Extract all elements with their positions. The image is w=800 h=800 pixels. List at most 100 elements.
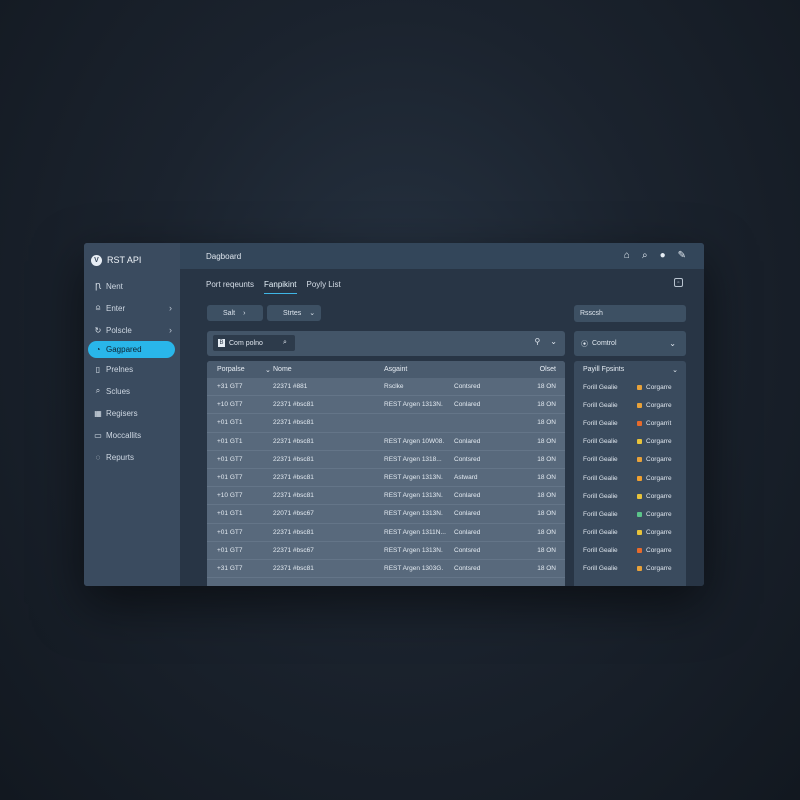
list-item[interactable]: Forill Gealie Corgarre	[574, 469, 686, 487]
topbar: Dagboard ⌂ ⌕ ● ✎	[180, 243, 704, 269]
search-value: Com polno	[229, 339, 263, 347]
list-item-name: Forill Gealie	[583, 401, 618, 409]
table-row[interactable]: +01 GT7 22371 #bsc67 REST Argen 1313N. Cont…	[207, 542, 565, 560]
list-item[interactable]: Forill Gealie Corgarre	[574, 560, 686, 578]
table-cell: 18 ON	[537, 383, 556, 391]
document-icon: ▯	[95, 364, 101, 374]
list-item[interactable]: Forill Gealie Corgarre	[574, 451, 686, 469]
table-cell: +01 GT7	[217, 474, 243, 482]
tab-fanpikint[interactable]: Fanpikint	[264, 280, 297, 294]
table-row[interactable]: +01 GT7 22371 #bsc81 REST Argen 1311N... Co…	[207, 524, 565, 542]
search-panel-actions: ⚲ ⌄	[534, 337, 557, 346]
table-cell: 22371 #bsc81	[273, 419, 314, 427]
salt-button-label: Salt	[223, 309, 236, 317]
table-cell: REST Argen 1313N.	[384, 546, 443, 554]
table-cell: +01 GT1	[217, 510, 243, 518]
table-cell: 22371 #bsc81	[273, 455, 314, 463]
sidebar-item-moccallits[interactable]: ▭ Moccallits	[84, 424, 180, 446]
chat-icon: ◌	[95, 452, 101, 462]
topbar-actions: ⌂ ⌕ ● ✎	[624, 250, 686, 261]
list-item-tag: Corgarrit	[646, 419, 672, 427]
table-row[interactable]: +31 GT7 22371 #bsc81 REST Argen 1303G. Cont…	[207, 560, 565, 579]
list-item[interactable]: Forill Gealie Corgarre	[574, 487, 686, 505]
list-item[interactable]: Forill Gealie Corgarre	[574, 396, 686, 414]
user-icon[interactable]: ●	[660, 250, 666, 261]
list-item-name: Forill Gealie	[583, 419, 618, 427]
brand[interactable]: V RST API	[84, 249, 180, 271]
salt-button[interactable]: Salt ›	[207, 305, 263, 321]
sidebar-item-gagpared[interactable]: ◔ Gagpared	[88, 341, 175, 358]
list-item-name: Forill Gealie	[583, 438, 618, 446]
sidebar-item-prelnes[interactable]: ▯ Prelnes	[84, 358, 180, 380]
table-cell: Conlared	[454, 510, 481, 518]
gauge-icon: ◔	[95, 345, 101, 354]
table-cell: Conlared	[454, 492, 481, 500]
right-search-input[interactable]: Rsscsh	[574, 305, 686, 322]
list-item[interactable]: Forill Gealie Corgarre	[574, 542, 686, 560]
column-header[interactable]: Porpalse ⌄	[207, 366, 273, 374]
table-cell: 22371 #bsc81	[273, 492, 314, 500]
sidebar-item-label: Repurts	[106, 452, 135, 462]
sidebar-item-polscle[interactable]: ↻ Polscle ›	[84, 319, 180, 341]
list-item-tag: Corgarre	[646, 456, 672, 464]
table-cell: Contsred	[454, 564, 481, 572]
list-item[interactable]: Forill Gealie Corgarre	[574, 378, 686, 396]
search-icon[interactable]: ⌕	[642, 250, 648, 261]
table-row[interactable]: +31 GT7 22371 #881 Rsclke Contsred 18 ON	[207, 378, 565, 397]
list-item[interactable]: Forill Gealie Corgarre	[574, 433, 686, 451]
list-item-name: Forill Gealie	[583, 492, 618, 500]
sidebar-item-sclues[interactable]: ⌕ Sclues	[84, 380, 180, 402]
strtes-dropdown[interactable]: Strtes ⌄	[267, 305, 321, 321]
column-header[interactable]: Asgaint	[384, 366, 454, 373]
search-icon[interactable]: ⌕	[283, 339, 287, 347]
control-dropdown[interactable]: ⦿ Comtrol ⌄	[574, 331, 686, 356]
pencil-icon[interactable]: ✎	[678, 250, 686, 261]
status-dot-icon	[637, 457, 642, 463]
list-item[interactable]: Forill Gealie Corgarre	[574, 505, 686, 523]
table-row[interactable]: +01 GT7 22371 #bsc81 REST Argen 1313N. Astw…	[207, 469, 565, 488]
sidebar-item-nent[interactable]: Ꞃ Nent	[84, 275, 180, 297]
tab-poyly-list[interactable]: Poyly List	[307, 280, 341, 294]
sidebar-item-label: Gagpared	[106, 345, 142, 354]
table-row[interactable]: +10 GT7 22371 #bsc81 REST Argen 1313N. Conl…	[207, 487, 565, 506]
list-item-name: Forill Gealie	[583, 510, 618, 518]
expand-icon[interactable]: ▫	[674, 278, 683, 287]
status-dot-icon	[637, 548, 642, 554]
status-dot-icon	[637, 402, 642, 408]
table-cell: REST Argen 1313N.	[384, 492, 443, 500]
chevron-down-icon: ⌄	[669, 339, 676, 348]
sidebar-item-label: Enter	[106, 303, 126, 313]
status-dot-icon	[637, 566, 642, 572]
table-cell: 18 ON	[537, 401, 556, 409]
sidebar-item-repurts[interactable]: ◌ Repurts	[84, 446, 180, 468]
table-cell: +10 GT7	[217, 492, 243, 500]
logo-icon: V	[91, 254, 102, 266]
sidebar-item-regisers[interactable]: ▦ Regisers	[84, 402, 180, 424]
home-icon[interactable]: ⌂	[624, 250, 630, 261]
column-header[interactable]: Olset	[514, 366, 565, 373]
table-cell: Conlared	[454, 401, 481, 409]
column-header[interactable]: Nome	[273, 366, 384, 373]
user-filter-icon[interactable]: ⚲	[534, 337, 540, 346]
table-row[interactable]: +10 GT7 22371 #bsc81 REST Argen 1313N. Conl…	[207, 396, 565, 415]
table-cell: Conlared	[454, 437, 481, 445]
table-cell: Contsred	[454, 546, 481, 554]
sidebar-item-enter[interactable]: ⍝ Enter ›	[84, 297, 180, 319]
right-panel-header[interactable]: Payill Fpsints ⌄	[574, 361, 686, 378]
list-item-tag: Corgarre	[646, 492, 672, 500]
table-cell: 18 ON	[537, 546, 556, 554]
table-cell: +31 GT7	[217, 564, 243, 572]
table-row[interactable]: +01 GT1 22371 #bsc81 18 ON	[207, 414, 565, 433]
table-row[interactable]: +01 GT1 22371 #bsc81 REST Argen 10W08. Conl…	[207, 433, 565, 451]
list-item-tag: Corgarre	[646, 529, 672, 537]
list-item[interactable]: Forill Gealie Corgarrit	[574, 414, 686, 432]
chevron-down-icon[interactable]: ⌄	[550, 337, 557, 346]
table-body: +31 GT7 22371 #881 Rsclke Contsred 18 ON +10 …	[207, 378, 565, 579]
sort-chevron-icon[interactable]: ⌄	[265, 366, 271, 374]
list-item[interactable]: Forill Gealie Corgarre	[574, 524, 686, 542]
table-row[interactable]: +01 GT7 22371 #bsc81 REST Argen 1318... Con…	[207, 451, 565, 469]
tab-port-reqeunts[interactable]: Port reqeunts	[206, 280, 254, 294]
table-cell: REST Argen 1313N.	[384, 401, 443, 409]
table-cell: REST Argen 1313N.	[384, 474, 443, 482]
table-row[interactable]: +01 GT1 22071 #bsc67 REST Argen 1313N. Conl…	[207, 505, 565, 524]
